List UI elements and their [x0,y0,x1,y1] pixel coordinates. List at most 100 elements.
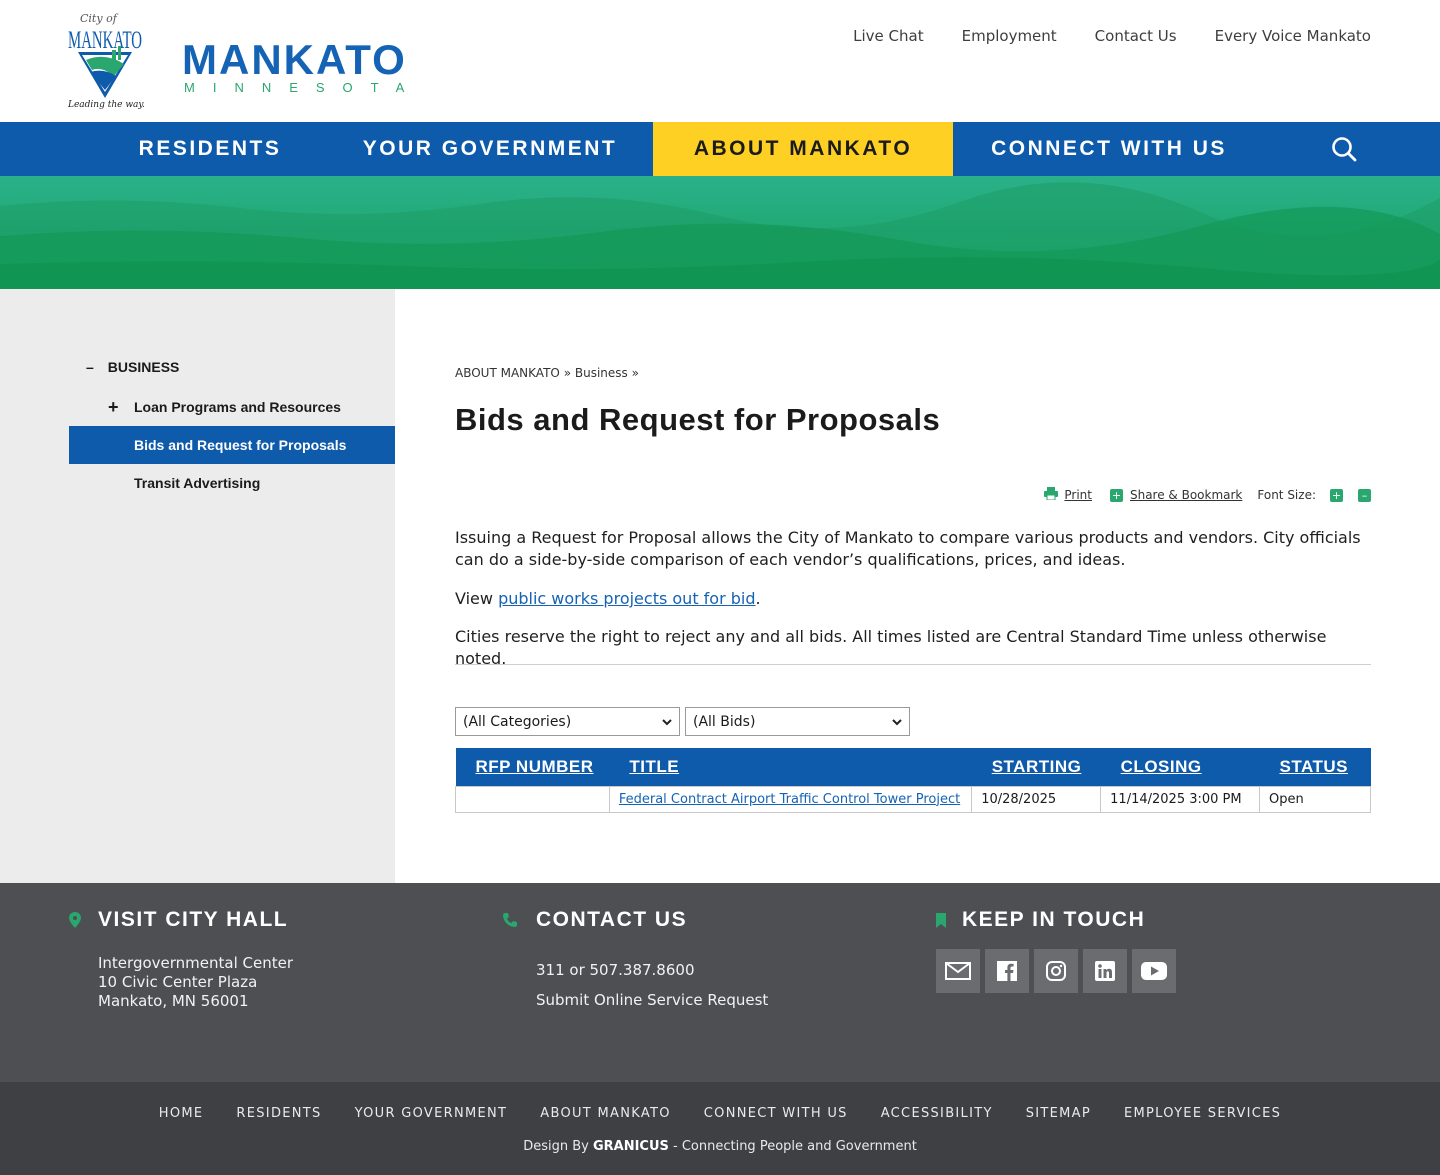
intro-paragraph: Issuing a Request for Proposal allows th… [455,528,1361,569]
email-icon[interactable] [936,949,980,993]
nav-connect-with-us[interactable]: CONNECT WITH US [975,122,1243,176]
sidebar-item-transit-advertising[interactable]: Transit Advertising [69,464,395,502]
footer-link-about-mankato[interactable]: ABOUT MANKATO [540,1106,671,1121]
page-tools: Print + Share & Bookmark Font Size: + – [1044,487,1371,503]
breadcrumb: ABOUT MANKATO » Business » [455,366,639,380]
utility-nav: Live Chat Employment Contact Us Every Vo… [853,27,1371,45]
share-bookmark-link[interactable]: Share & Bookmark [1130,488,1242,502]
footer-phone[interactable]: 311 or 507.387.8600 [536,955,768,985]
font-size-label: Font Size: [1257,488,1316,502]
nav-about-mankato[interactable]: ABOUT MANKATO [653,122,953,176]
footer-link-connect[interactable]: CONNECT WITH US [704,1106,848,1121]
divider [455,664,1371,665]
address-line: Intergovernmental Center [98,954,293,972]
footer-keep-title: KEEP IN TOUCH [962,908,1146,931]
expand-icon[interactable]: + [108,397,119,418]
sidebar-item-loan-programs[interactable]: + Loan Programs and Resources [69,388,395,426]
main-nav: RESIDENTS YOUR GOVERNMENT ABOUT MANKATO … [0,122,1440,176]
footer-contact: CONTACT US 311 or 507.387.8600 Submit On… [502,908,768,1015]
col-starting[interactable]: STARTING [971,748,1101,786]
site-header: City of MANKATO Leading the way... MANKA… [0,0,1440,122]
util-link-live-chat[interactable]: Live Chat [853,27,923,45]
site-wordmark[interactable]: MANKATO MINNESOTA [182,36,422,96]
footer-address: Intergovernmental Center 10 Civic Center… [69,954,293,1011]
footer-visit-heading: VISIT CITY HALL [69,908,293,932]
address-line: Mankato, MN 56001 [98,992,249,1010]
footer-nav: HOME RESIDENTS YOUR GOVERNMENT ABOUT MAN… [0,1106,1440,1121]
bid-title-link[interactable]: Federal Contract Airport Traffic Control… [619,792,960,807]
public-works-link[interactable]: public works projects out for bid [498,589,755,608]
svg-text:City of: City of [80,12,119,25]
footer-service-request-link[interactable]: Submit Online Service Request [536,985,768,1015]
bids-table: RFP NUMBER TITLE STARTING CLOSING STATUS… [455,748,1371,813]
font-increase-icon[interactable]: + [1330,488,1343,502]
chevron-down-icon [892,719,902,726]
search-button[interactable] [1318,122,1370,176]
footer-link-accessibility[interactable]: ACCESSIBILITY [881,1106,993,1121]
cell-closing: 11/14/2025 3:00 PM [1100,785,1261,813]
col-rfp-number[interactable]: RFP NUMBER [455,748,610,786]
nav-your-government[interactable]: YOUR GOVERNMENT [350,122,630,176]
cell-starting: 10/28/2025 [971,785,1102,813]
breadcrumb-sep: » [563,366,572,380]
footer-link-home[interactable]: HOME [159,1106,204,1121]
instagram-icon[interactable] [1034,949,1078,993]
sidebar-item-bids-rfp[interactable]: Bids and Request for Proposals [69,426,395,464]
phone-icon [503,913,517,927]
footer-contact-heading: CONTACT US [502,908,768,932]
footer-link-sitemap[interactable]: SITEMAP [1026,1106,1091,1121]
footer-contact-title: CONTACT US [536,908,688,931]
footer-visit: VISIT CITY HALL Intergovernmental Center… [69,908,293,1011]
credit-suffix: - Connecting People and Government [668,1139,917,1154]
col-status[interactable]: STATUS [1259,748,1371,786]
category-select[interactable]: (All Categories) [455,707,680,736]
breadcrumb-about[interactable]: ABOUT MANKATO [455,366,560,380]
util-link-contact-us[interactable]: Contact Us [1095,27,1177,45]
credit-prefix: Design By [523,1139,593,1154]
util-link-employment[interactable]: Employment [962,27,1057,45]
map-pin-icon [69,912,81,928]
collapse-icon: – [86,359,94,375]
bids-select-value: (All Bids) [693,713,756,730]
sidebar-section-label: BUSINESS [107,359,180,375]
svg-text:Leading the way...: Leading the way... [67,100,144,110]
footer-keep-in-touch: KEEP IN TOUCH [936,908,1176,993]
table-row: Federal Contract Airport Traffic Control… [455,785,1371,813]
sidebar-item-label: Transit Advertising [134,475,261,491]
bids-select[interactable]: (All Bids) [685,707,910,736]
sidebar-section-business[interactable]: – BUSINESS [86,359,179,375]
util-link-every-voice[interactable]: Every Voice Mankato [1215,27,1371,45]
public-works-paragraph: View public works projects out for bid. [455,588,761,610]
search-icon [1332,137,1357,162]
chevron-down-icon [662,719,672,726]
sidebar-item-label: Bids and Request for Proposals [134,437,347,453]
youtube-icon[interactable] [1132,949,1176,993]
cell-title: Federal Contract Airport Traffic Control… [608,785,973,813]
footer-link-residents[interactable]: RESIDENTS [236,1106,321,1121]
design-credit: Design By GRANICUS - Connecting People a… [0,1139,1440,1154]
bookmark-icon [936,912,946,928]
sidebar-item-label: Loan Programs and Resources [134,399,341,415]
footer-link-your-government[interactable]: YOUR GOVERNMENT [355,1106,508,1121]
site-footer: VISIT CITY HALL Intergovernmental Center… [0,883,1440,1082]
svg-text:MANKATO: MANKATO [68,27,142,54]
cell-status: Open [1259,785,1371,813]
granicus-link[interactable]: GRANICUS [593,1139,669,1154]
breadcrumb-business[interactable]: Business [575,366,628,380]
linkedin-icon[interactable] [1083,949,1127,993]
col-closing[interactable]: CLOSING [1100,748,1260,786]
sidebar: – BUSINESS + Loan Programs and Resources… [0,289,395,883]
facebook-icon[interactable] [985,949,1029,993]
wordmark-main: MANKATO [182,36,407,83]
nav-residents[interactable]: RESIDENTS [110,122,310,176]
share-icon: + [1109,488,1123,502]
city-seal-logo[interactable]: City of MANKATO Leading the way... [66,8,151,112]
footer-keep-heading: KEEP IN TOUCH [936,908,1176,932]
col-title[interactable]: TITLE [609,748,972,786]
table-header-row: RFP NUMBER TITLE STARTING CLOSING STATUS [455,748,1371,786]
print-link[interactable]: Print [1064,488,1092,502]
footer-link-employee-services[interactable]: EMPLOYEE SERVICES [1124,1106,1281,1121]
font-decrease-icon[interactable]: – [1358,488,1371,502]
breadcrumb-sep: » [631,366,639,380]
footer-visit-title: VISIT CITY HALL [98,908,289,931]
